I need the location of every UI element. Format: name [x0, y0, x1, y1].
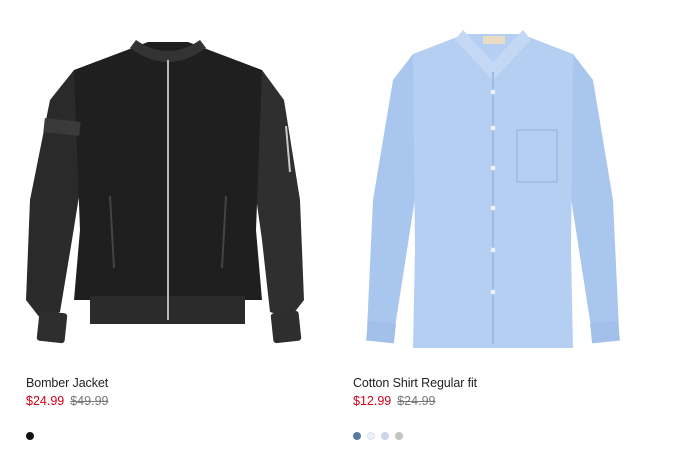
color-swatch-white[interactable] — [367, 432, 375, 440]
color-swatches — [353, 432, 403, 440]
color-swatches — [26, 432, 34, 440]
product-card-bomber-jacket: Bomber Jacket $24.99 $49.99 — [0, 0, 326, 455]
bomber-jacket-illustration — [26, 40, 304, 344]
product-name[interactable]: Cotton Shirt Regular fit — [353, 376, 477, 390]
product-image-bomber-jacket[interactable] — [0, 0, 326, 365]
color-swatch-dark-blue[interactable] — [353, 432, 361, 440]
product-image-cotton-shirt[interactable] — [327, 0, 653, 365]
color-swatch-light-blue[interactable] — [381, 432, 389, 440]
color-swatch-grey[interactable] — [395, 432, 403, 440]
original-price: $49.99 — [70, 394, 109, 408]
original-price: $24.99 — [397, 394, 436, 408]
sale-price: $24.99 — [26, 394, 65, 408]
cotton-shirt-illustration — [366, 30, 620, 348]
color-swatch-black[interactable] — [26, 432, 34, 440]
product-name[interactable]: Bomber Jacket — [26, 376, 108, 390]
product-card-cotton-shirt: Cotton Shirt Regular fit $12.99 $24.99 — [327, 0, 653, 455]
sale-price: $12.99 — [353, 394, 392, 408]
price-row: $24.99 $49.99 — [26, 394, 108, 408]
price-row: $12.99 $24.99 — [353, 394, 435, 408]
